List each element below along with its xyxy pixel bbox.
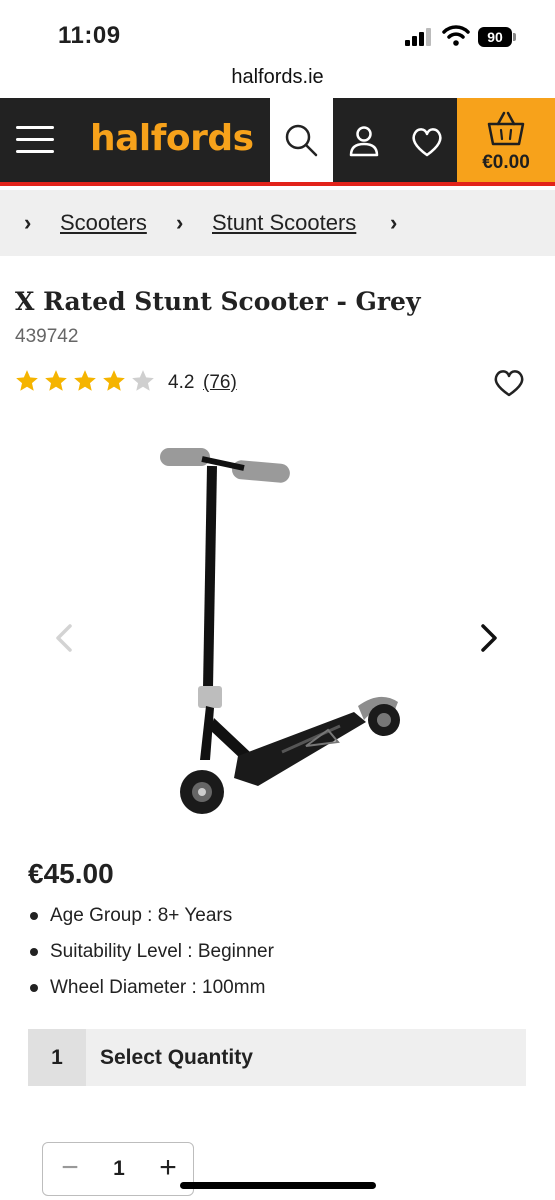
basket-icon	[487, 111, 525, 146]
feature-list: Age Group : 8+ Years Suitability Level :…	[28, 903, 528, 1011]
chevron-right-icon[interactable]	[475, 618, 505, 658]
heart-icon	[494, 370, 524, 397]
signal-icon	[405, 28, 431, 46]
url-bar[interactable]: halfords.ie	[0, 62, 555, 98]
add-to-wishlist-button[interactable]	[492, 367, 526, 399]
chevron-left-icon[interactable]	[50, 618, 80, 658]
feature-text: Wheel Diameter : 100mm	[50, 977, 266, 998]
wifi-icon	[442, 25, 470, 46]
wishlist-button[interactable]	[404, 122, 450, 162]
breadcrumb: › Scooters › Stunt Scooters ›	[0, 190, 555, 256]
product-price: €45.00	[28, 858, 114, 889]
rating-value: 4.2	[168, 372, 195, 393]
search-button[interactable]	[270, 98, 333, 182]
search-icon	[285, 124, 318, 157]
quantity-stepper: − 1 +	[42, 1142, 194, 1196]
chevron-right-icon: ›	[176, 210, 184, 235]
account-button[interactable]	[340, 122, 388, 162]
increment-button[interactable]: +	[155, 1153, 181, 1185]
product-title: X Rated Stunt Scooter - Grey	[15, 287, 421, 316]
feature-item: Suitability Level : Beginner	[28, 939, 528, 975]
status-time: 11:09	[58, 22, 121, 49]
quantity-value[interactable]: 1	[103, 1157, 135, 1181]
rating-row: 4.2 (76)	[14, 368, 334, 396]
star-icon	[74, 370, 96, 391]
basket-button[interactable]: €0.00	[457, 98, 555, 182]
battery-icon: 90	[478, 27, 516, 47]
feature-text: Age Group : 8+ Years	[50, 905, 233, 926]
breadcrumb-link-scooters[interactable]: Scooters	[60, 210, 147, 236]
home-indicator[interactable]	[180, 1182, 376, 1189]
basket-total: €0.00	[482, 152, 530, 173]
halfords-logo[interactable]: halfords	[90, 118, 254, 159]
review-count-link[interactable]: (76)	[203, 372, 237, 394]
quantity-select-label: Select Quantity	[100, 1046, 253, 1069]
feature-text: Suitability Level : Beginner	[50, 941, 274, 962]
chevron-right-icon: ›	[24, 210, 32, 235]
account-icon	[349, 126, 379, 157]
star-icon	[16, 370, 38, 391]
star-empty-icon	[132, 370, 154, 391]
status-bar: 11:09 90	[0, 0, 555, 62]
heart-icon	[412, 128, 442, 157]
chevron-right-icon: ›	[390, 210, 398, 235]
quantity-select[interactable]: 1 Select Quantity	[28, 1029, 526, 1086]
decrement-button[interactable]: −	[57, 1153, 83, 1185]
site-header: halfords €0.00	[0, 98, 555, 186]
feature-item: Wheel Diameter : 100mm	[28, 975, 528, 1011]
quantity-select-value: 1	[28, 1029, 86, 1086]
product-image[interactable]	[140, 430, 430, 830]
feature-item: Age Group : 8+ Years	[28, 903, 528, 939]
star-icon	[103, 370, 125, 391]
star-icon	[45, 370, 67, 391]
product-code: 439742	[15, 326, 79, 347]
breadcrumb-link-stunt-scooters[interactable]: Stunt Scooters	[212, 210, 356, 236]
battery-level: 90	[478, 27, 512, 47]
menu-icon[interactable]	[12, 120, 58, 160]
